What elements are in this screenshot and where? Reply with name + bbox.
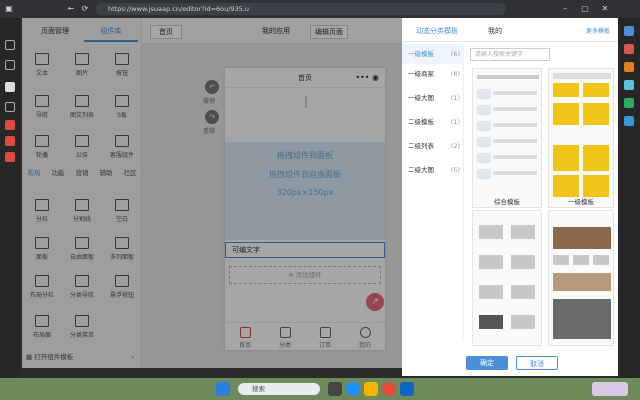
taskbar (0, 378, 640, 400)
back-icon[interactable]: ← (66, 4, 76, 14)
modal-header: 动态分类模板 我的 更多模板 (402, 18, 618, 42)
minimize-icon[interactable]: – (560, 4, 570, 14)
explorer-icon[interactable] (364, 382, 378, 396)
modal-tab-dynamic[interactable]: 动态分类模板 (416, 26, 458, 36)
task-view-icon[interactable] (328, 382, 342, 396)
browser-right-sidebar (618, 18, 640, 378)
extension-icon[interactable] (624, 80, 634, 90)
extension-icon[interactable] (624, 98, 634, 108)
template-card[interactable] (548, 68, 614, 208)
template-category-item[interactable]: 一级大图 (1) (402, 88, 464, 108)
edge-icon[interactable] (346, 382, 360, 396)
address-bar[interactable]: https://www.jsuaap.cn/editor?id=6ou/935.… (96, 3, 506, 15)
more-templates-link[interactable]: 更多模板 (586, 26, 610, 35)
app-icon[interactable] (400, 382, 414, 396)
template-modal: 动态分类模板 我的 更多模板 一级模板 (6) 一级商家 (6) 一级大图 (1) 二… (402, 18, 618, 376)
template-card[interactable] (548, 210, 614, 346)
extension-icon[interactable] (624, 62, 634, 72)
template-card[interactable] (472, 68, 542, 208)
template-category-item[interactable]: 二级大图 (5) (402, 160, 464, 180)
maximize-icon[interactable]: ▢ (580, 4, 590, 14)
extension-icon[interactable] (624, 116, 634, 126)
tab-icon[interactable] (5, 136, 15, 146)
template-search-input[interactable]: 请输入搜索关键字 (470, 48, 550, 61)
close-icon[interactable]: ✕ (600, 4, 610, 14)
refresh-icon[interactable]: ⟳ (80, 4, 90, 14)
tab-icon[interactable] (5, 60, 15, 70)
tab-icon[interactable] (5, 82, 15, 92)
template-category-item[interactable]: 一级商家 (6) (402, 64, 464, 84)
template-categories: 一级模板 (6) 一级商家 (6) 一级大图 (1) 二级模板 (1) 二级列表 (2) … (402, 42, 464, 342)
tab-icon[interactable] (5, 40, 15, 50)
modal-tab-mine[interactable]: 我的 (488, 26, 502, 36)
confirm-button[interactable]: 确定 (466, 356, 508, 370)
character-widget (592, 382, 628, 396)
browser-sidebar (0, 18, 20, 378)
taskbar-search[interactable]: 搜索 (238, 383, 320, 395)
extension-icon[interactable] (624, 26, 634, 36)
tab-icon[interactable] (5, 102, 15, 112)
windows-start-icon[interactable] (216, 382, 230, 396)
tab-icon[interactable] (5, 120, 15, 130)
template-card[interactable] (472, 210, 542, 346)
tab-icon[interactable] (5, 152, 15, 162)
chrome-icon[interactable] (382, 382, 396, 396)
template-category-item[interactable]: 一级模板 (6) (402, 44, 464, 64)
url-text: https://www.jsuaap.cn/editor?id=6ou/935.… (108, 5, 250, 13)
template-label: 综合模板 (494, 198, 520, 206)
extension-icon[interactable] (624, 44, 634, 54)
browser-menu-icon[interactable]: ▣ (4, 4, 14, 14)
cancel-button[interactable]: 取消 (516, 356, 558, 370)
template-category-item[interactable]: 二级列表 (2) (402, 136, 464, 156)
template-category-item[interactable]: 二级模板 (1) (402, 112, 464, 132)
template-label: 一级模板 (568, 198, 594, 206)
